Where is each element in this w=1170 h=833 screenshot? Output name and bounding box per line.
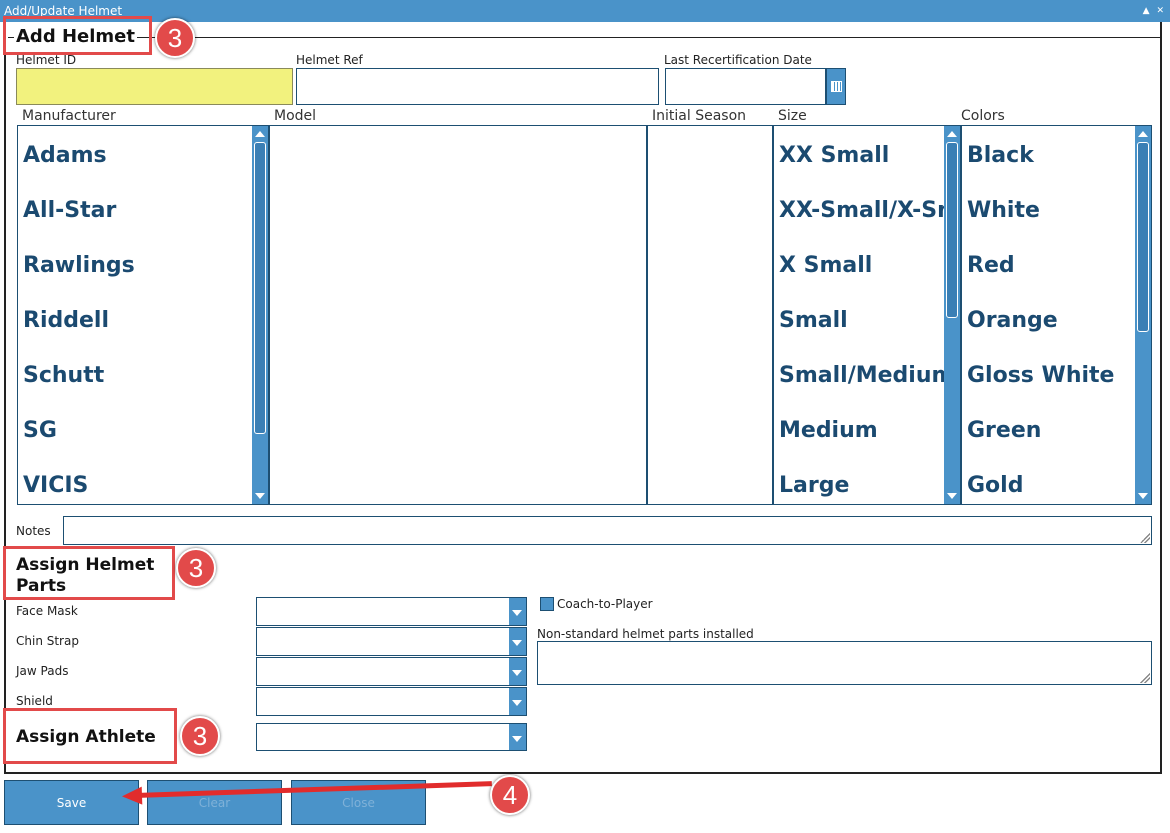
dropdown-button[interactable] [509,658,526,685]
callout-badge: 3 [176,548,216,588]
initial-season-label: Initial Season [652,108,747,124]
helmet-id-input[interactable] [16,68,293,105]
list-item[interactable]: White [967,183,1114,238]
notes-label: Notes [16,524,51,538]
dropdown-button[interactable] [509,724,526,750]
last-recert-date-input[interactable] [665,68,826,105]
list-item[interactable]: Red [967,238,1114,293]
list-item[interactable]: Schutt [23,348,135,403]
list-item[interactable]: Small [779,293,960,348]
size-label: Size [778,108,807,124]
resize-grip-icon[interactable] [1140,533,1150,543]
initial-season-listbox[interactable] [647,125,773,505]
scroll-thumb[interactable] [946,142,958,318]
list-item[interactable]: All-Star [23,183,135,238]
dropdown-button[interactable] [509,628,526,655]
model-listbox[interactable] [269,125,647,505]
face-mask-label: Face Mask [16,604,78,618]
manufacturer-listbox[interactable]: Adams All-Star Rawlings Riddell Schutt S… [17,125,269,505]
scroll-down-icon[interactable] [255,493,265,499]
list-item[interactable]: Orange [967,293,1114,348]
dropdown-button[interactable] [509,598,526,625]
scroll-down-icon[interactable] [1138,493,1148,499]
list-item[interactable]: Adams [23,128,135,183]
callout-badge: 3 [180,716,220,756]
list-item[interactable]: VICIS [23,458,135,504]
list-item[interactable]: Black [967,128,1114,183]
chevron-down-icon [512,640,522,646]
scroll-thumb[interactable] [254,142,266,434]
calendar-icon [831,81,842,92]
scroll-thumb[interactable] [1137,142,1149,332]
scroll-down-icon[interactable] [947,493,957,499]
list-item[interactable]: Gold [967,458,1114,504]
chevron-down-icon [512,736,522,742]
coach-to-player-checkbox[interactable] [540,597,554,611]
calendar-button[interactable] [826,68,846,105]
model-label: Model [274,108,317,124]
helmet-ref-input[interactable] [296,68,659,105]
callout-highlight-add-helmet [3,16,152,55]
list-item[interactable]: Medium [779,403,960,458]
scroll-up-icon[interactable] [947,131,957,137]
colors-listbox[interactable]: Black White Red Orange Gloss White Green… [961,125,1152,505]
callout-highlight-assign-parts [3,546,175,600]
jaw-pads-select[interactable] [256,657,527,686]
size-scrollbar[interactable] [944,126,960,504]
scroll-up-icon[interactable] [1138,131,1148,137]
manufacturer-scrollbar[interactable] [252,126,268,504]
arrow-head-icon [121,786,143,806]
clear-button[interactable]: Clear [147,780,282,825]
face-mask-select[interactable] [256,597,527,626]
list-item[interactable]: Large [779,458,960,504]
shield-label: Shield [16,694,53,708]
list-item[interactable]: Rawlings [23,238,135,293]
callout-badge: 3 [155,18,195,58]
list-item[interactable]: XX-Small/X-Small [779,183,960,238]
list-item[interactable]: X Small [779,238,960,293]
list-item[interactable]: Green [967,403,1114,458]
non-standard-textarea[interactable] [537,641,1152,685]
chin-strap-label: Chin Strap [16,634,79,648]
coach-to-player-label: Coach-to-Player [557,597,653,611]
colors-scrollbar[interactable] [1135,126,1151,504]
resize-grip-icon[interactable] [1140,673,1150,683]
manufacturer-label: Manufacturer [22,108,116,124]
list-item[interactable]: Riddell [23,293,135,348]
list-item[interactable]: Gloss White [967,348,1114,403]
last-recert-label: Last Recertification Date [664,53,812,67]
chin-strap-select[interactable] [256,627,527,656]
window-controls[interactable]: ▲ ✕ [1143,0,1166,22]
callout-badge: 4 [490,775,530,815]
callout-highlight-assign-athlete [3,708,177,764]
helmet-id-label: Helmet ID [16,53,77,67]
colors-label: Colors [961,108,1005,124]
scroll-up-icon[interactable] [255,131,265,137]
size-listbox[interactable]: XX Small XX-Small/X-Small X Small Small … [773,125,961,505]
list-item[interactable]: SG [23,403,135,458]
notes-textarea[interactable] [63,516,1152,545]
jaw-pads-label: Jaw Pads [16,664,69,678]
shield-select[interactable] [256,687,527,716]
chevron-down-icon [512,670,522,676]
chevron-down-icon [512,610,522,616]
helmet-ref-label: Helmet Ref [296,53,363,67]
list-item[interactable]: Small/Medium [779,348,960,403]
dropdown-button[interactable] [509,688,526,715]
list-item[interactable]: XX Small [779,128,960,183]
chevron-down-icon [512,700,522,706]
non-standard-label: Non-standard helmet parts installed [537,627,754,641]
athlete-select[interactable] [256,723,527,751]
save-button[interactable]: Save [4,780,139,825]
